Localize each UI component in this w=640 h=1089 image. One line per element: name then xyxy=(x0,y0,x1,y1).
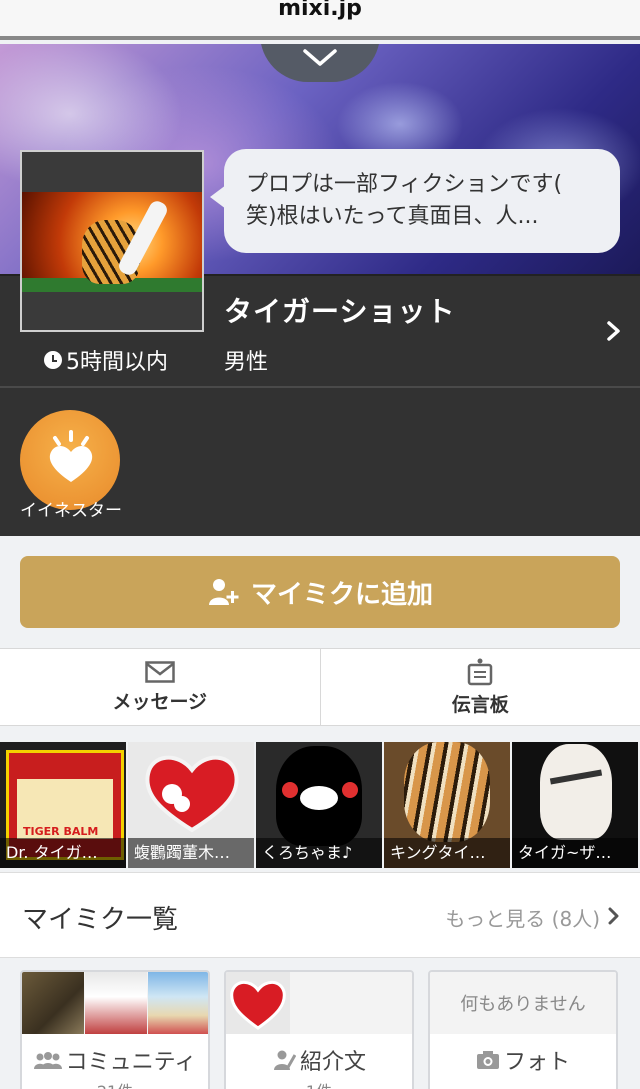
intro-thumbnail xyxy=(226,972,412,1034)
friend-avatar xyxy=(540,744,612,840)
envelope-icon xyxy=(145,660,175,683)
add-user-icon xyxy=(208,579,239,605)
intro-count: 1件 xyxy=(226,1078,412,1089)
friend-thumb[interactable]: キングタイ… xyxy=(384,742,510,868)
badge-label: イイネスター xyxy=(20,501,122,521)
friend-thumb[interactable]: タイガ~ザ… xyxy=(512,742,638,868)
heart-icon xyxy=(49,430,93,482)
photo-label: フォト xyxy=(503,1050,570,1075)
intro-line-2: 笑)根はいたって真面目、人... xyxy=(246,204,539,229)
message-button[interactable]: メッセージ xyxy=(0,649,320,725)
friend-thumb[interactable]: くろちゃま♪ xyxy=(256,742,382,868)
community-label: コミュニティ xyxy=(65,1050,197,1075)
avatar-image xyxy=(22,192,202,292)
friend-avatar xyxy=(145,755,239,833)
intro-label: 紹介文 xyxy=(299,1050,366,1075)
friend-avatar xyxy=(276,746,362,846)
camera-icon xyxy=(476,1051,499,1069)
friend-thumb[interactable]: 蝮鸜躅董木… xyxy=(128,742,254,868)
intro-line-1: プロプは一部フィクションです( xyxy=(246,172,563,197)
intro-icon xyxy=(273,1050,296,1070)
friend-avatar-text: TIGER BALM xyxy=(23,825,99,838)
chevron-down-icon xyxy=(303,49,337,66)
mymixi-list-header[interactable]: マイミク一覧 もっと見る (8人) xyxy=(0,872,640,958)
friend-name: くろちゃま♪ xyxy=(256,838,382,868)
community-icon xyxy=(33,1052,62,1069)
friend-avatar xyxy=(404,742,490,842)
clock-icon xyxy=(44,351,62,369)
friend-name: タイガ~ザ… xyxy=(512,838,638,868)
profile-gender: 男性 xyxy=(224,350,269,375)
message-label: メッセージ xyxy=(112,690,208,713)
friend-name: 蝮鸜躅董木… xyxy=(128,838,254,868)
board-button[interactable]: 伝言板 xyxy=(319,649,640,725)
chevron-right-icon xyxy=(608,907,619,925)
mymixi-list-title: マイミク一覧 xyxy=(22,905,179,935)
community-count: 21件 xyxy=(22,1078,208,1089)
photo-thumbnail: 何もありません xyxy=(430,972,616,1034)
last-login: 5時間以内 xyxy=(44,344,168,376)
community-thumbnails xyxy=(22,972,208,1034)
add-mymixi-label: マイミクに追加 xyxy=(250,579,433,610)
see-more-link[interactable]: もっと見る (8人) xyxy=(445,903,600,932)
profile-name: タイガーショット xyxy=(224,295,456,328)
board-icon xyxy=(468,658,493,685)
community-card[interactable]: コミュニティ 21件 xyxy=(20,970,210,1089)
chevron-right-icon[interactable] xyxy=(606,320,622,342)
photo-card[interactable]: 何もありません フォト xyxy=(428,970,618,1089)
friend-thumb[interactable]: TIGER BALM Dr. タイガ… xyxy=(0,742,126,868)
badges-panel: イイネスター xyxy=(0,386,640,536)
intro-card[interactable]: 紹介文 1件 xyxy=(224,970,414,1089)
badge-iinestar[interactable]: イイネスター xyxy=(20,410,122,521)
friend-name: キングタイ… xyxy=(384,838,510,868)
mymixi-thumbnails: TIGER BALM Dr. タイガ… 蝮鸜躅董木… くろちゃま♪ キングタイ…… xyxy=(0,742,640,868)
board-label: 伝言板 xyxy=(451,693,509,716)
friend-name: Dr. タイガ… xyxy=(0,838,126,868)
collapse-tab[interactable] xyxy=(260,44,380,82)
add-mymixi-button[interactable]: マイミクに追加 xyxy=(20,556,620,628)
content-cards: コミュニティ 21件 紹介文 1件 何もありません xyxy=(0,958,640,1089)
last-login-text: 5時間以内 xyxy=(66,350,168,375)
avatar[interactable] xyxy=(20,150,204,332)
badge-icon xyxy=(20,410,120,510)
profile-intro-bubble[interactable]: プロプは一部フィクションです( 笑)根はいたって真面目、人... xyxy=(210,149,620,253)
browser-url-bar[interactable]: mixi.jp xyxy=(0,0,640,40)
action-row: メッセージ 伝言板 xyxy=(0,648,640,726)
photo-empty-text: 何もありません xyxy=(460,994,586,1015)
url-text: mixi.jp xyxy=(278,0,362,21)
